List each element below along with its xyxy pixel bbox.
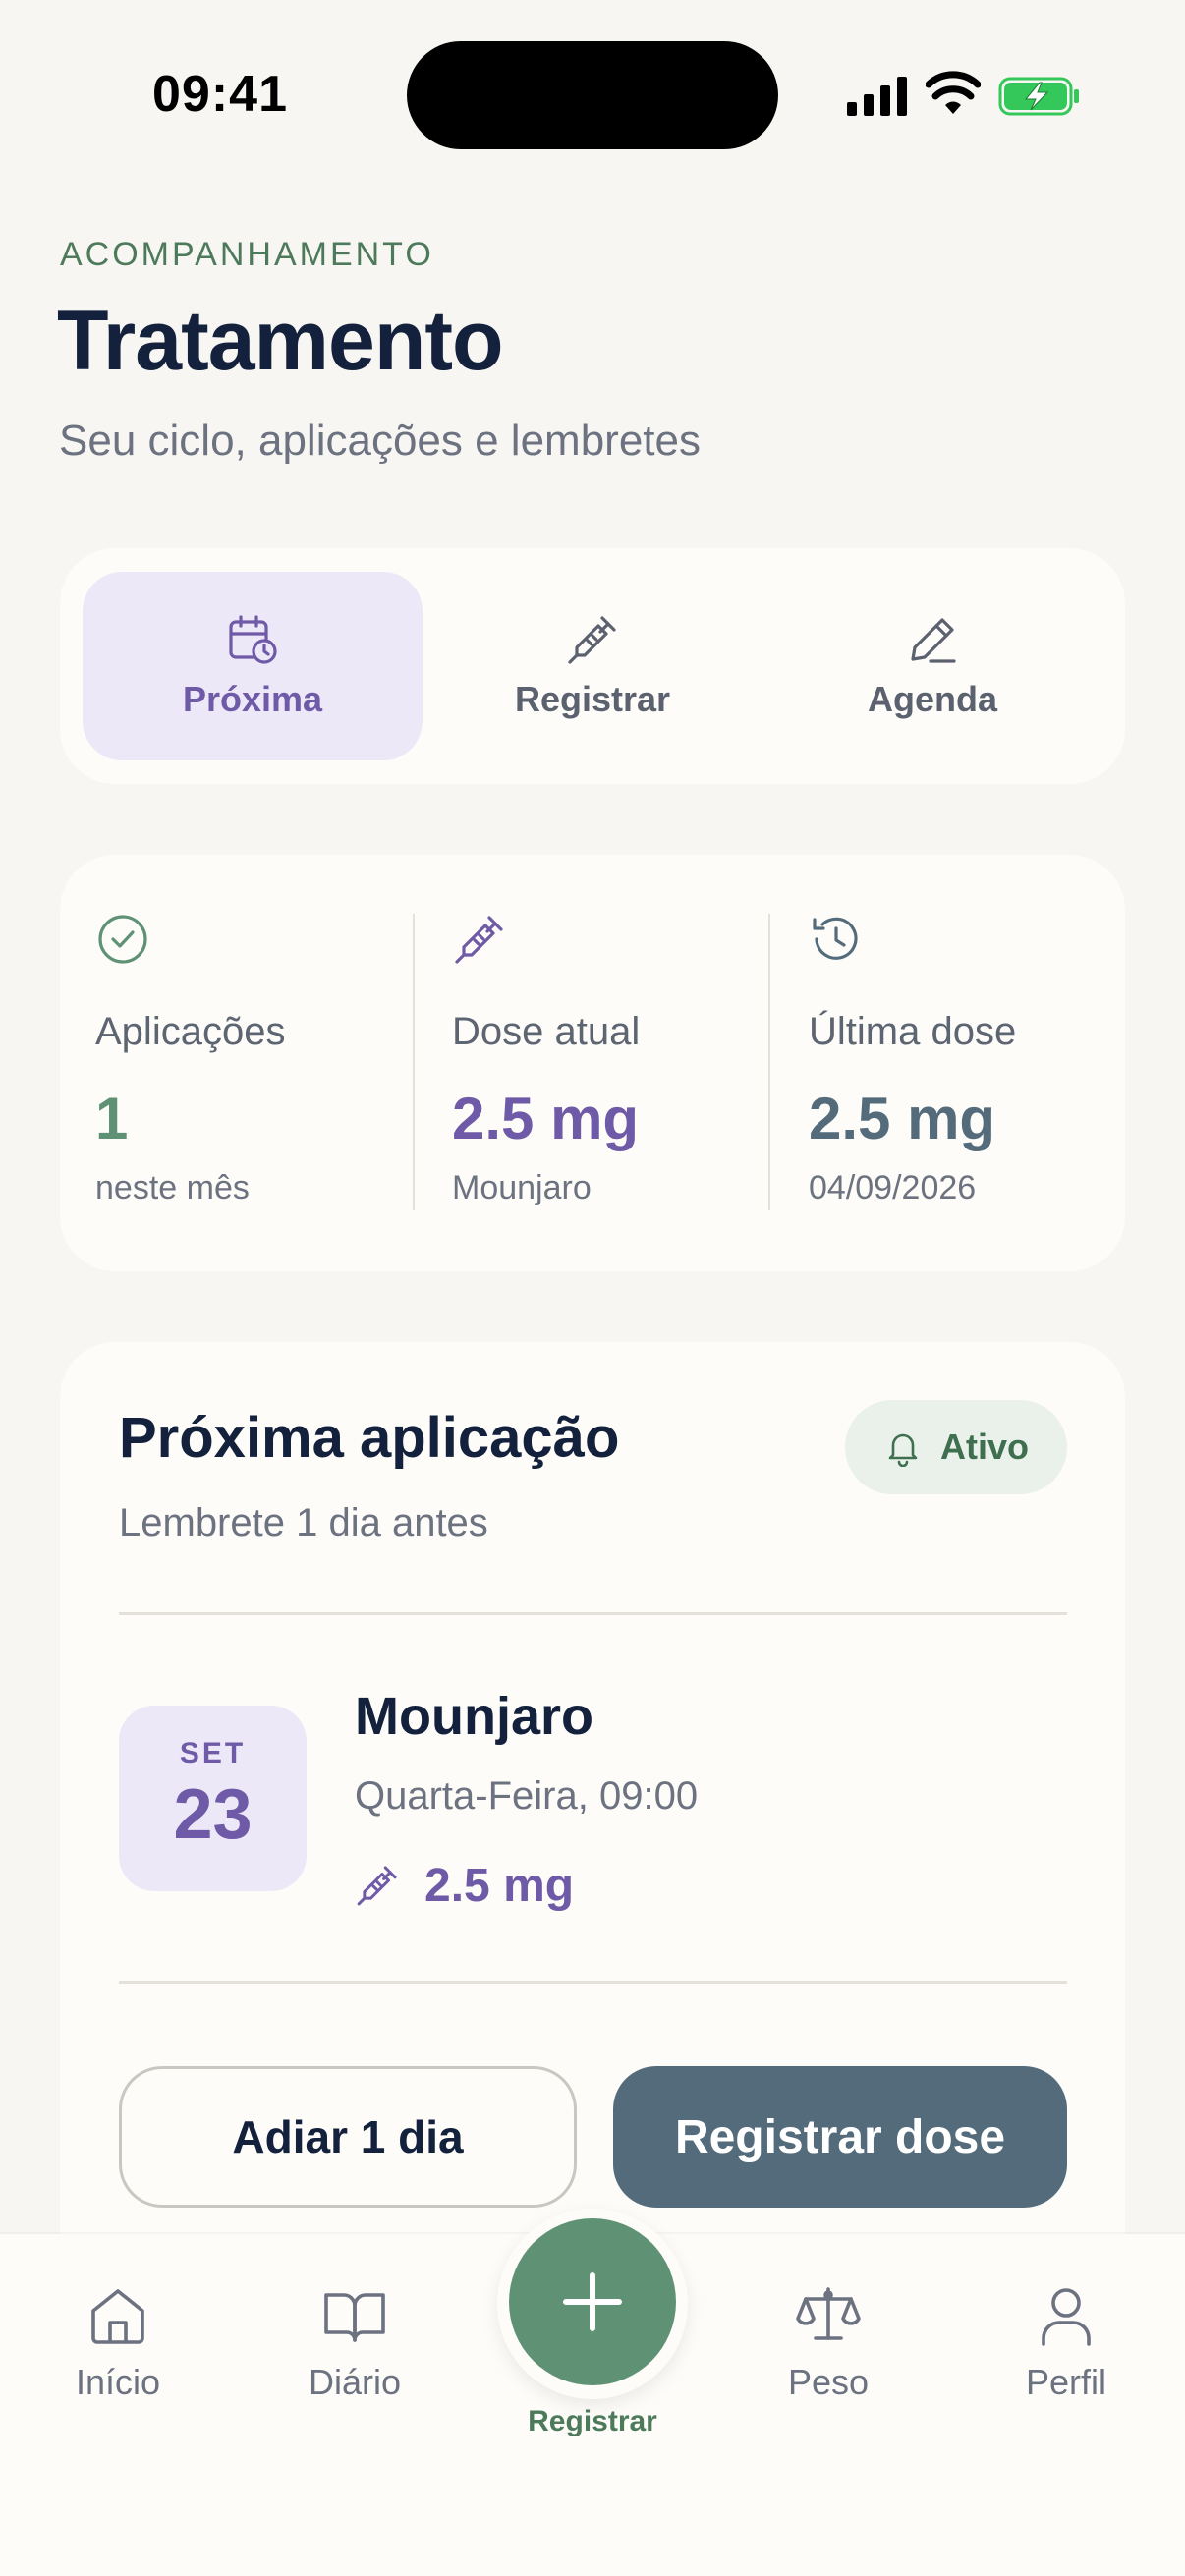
card-title: Próxima aplicação — [119, 1406, 620, 1470]
dose-value: 2.5 mg — [424, 1860, 575, 1912]
divider — [119, 1612, 1067, 1615]
date-tile: SET 23 — [119, 1706, 307, 1891]
bell-icon — [888, 1433, 918, 1467]
tab-label: Agenda — [867, 679, 997, 719]
tab-label: Próxima — [182, 679, 323, 719]
stat-sub: Mounjaro — [452, 1169, 592, 1206]
section-eyebrow: ACOMPANHAMENTO — [60, 236, 434, 273]
stat-label: Dose atual — [452, 1010, 641, 1053]
nav-label: Peso — [787, 2362, 870, 2402]
status-time: 09:41 — [152, 66, 288, 123]
stat-label: Aplicações — [95, 1010, 286, 1053]
divider — [768, 914, 770, 1210]
date-month: SET — [179, 1737, 247, 1769]
divider — [413, 914, 415, 1210]
reminder-status-badge[interactable]: Ativo — [845, 1400, 1067, 1494]
battery-charging-icon — [998, 77, 1079, 116]
tab-label: Registrar — [514, 679, 671, 719]
stat-value: 1 — [95, 1086, 129, 1151]
nav-label: Diário — [308, 2362, 402, 2402]
stat-last-dose: Última dose 2.5 mg 04/09/2026 — [809, 912, 1143, 1216]
syringe-icon — [357, 1866, 397, 1906]
page-subtitle: Seu ciclo, aplicações e lembretes — [59, 417, 701, 465]
medication-name: Mounjaro — [355, 1687, 593, 1746]
scale-icon — [796, 2287, 861, 2340]
stat-applications: Aplicações 1 neste mês — [95, 912, 429, 1216]
fab-label: Registrar — [528, 2405, 657, 2437]
user-icon — [1042, 2288, 1091, 2346]
home-icon — [91, 2289, 144, 2344]
syringe-icon — [568, 616, 616, 664]
tab-proxima[interactable]: Próxima — [83, 572, 423, 760]
book-icon — [324, 2293, 385, 2342]
badge-label: Ativo — [940, 1427, 1029, 1467]
stat-value: 2.5 mg — [452, 1086, 640, 1151]
page-title: Tratamento — [57, 294, 504, 388]
nav-item-peso[interactable]: Peso — [730, 2281, 927, 2438]
stat-label: Última dose — [809, 1010, 1017, 1053]
stat-value: 2.5 mg — [809, 1086, 996, 1151]
stat-sub: 04/09/2026 — [809, 1169, 977, 1206]
stat-current-dose: Dose atual 2.5 mg Mounjaro — [452, 912, 786, 1216]
history-icon — [813, 917, 858, 960]
date-day: 23 — [173, 1775, 253, 1854]
postpone-button[interactable]: Adiar 1 dia — [119, 2066, 577, 2208]
schedule-time: Quarta-Feira, 09:00 — [355, 1774, 699, 1818]
dynamic-island — [407, 41, 778, 149]
divider — [119, 1981, 1067, 1984]
add-record-button[interactable] — [509, 2218, 676, 2385]
tab-registrar[interactable]: Registrar — [423, 572, 762, 760]
syringe-icon — [455, 916, 503, 964]
plus-icon — [563, 2272, 622, 2331]
stat-sub: neste mês — [95, 1169, 250, 1206]
card-subtitle: Lembrete 1 dia antes — [119, 1501, 488, 1544]
calendar-clock-icon — [229, 615, 277, 664]
nav-item-inicio[interactable]: Início — [20, 2281, 216, 2438]
cellular-signal-icon — [847, 77, 907, 116]
nav-item-perfil[interactable]: Perfil — [968, 2281, 1164, 2438]
nav-item-diario[interactable]: Diário — [256, 2281, 453, 2438]
check-circle-icon — [98, 915, 147, 964]
pencil-icon — [911, 618, 956, 663]
nav-label: Início — [75, 2362, 161, 2402]
nav-label: Perfil — [1025, 2362, 1107, 2402]
tab-agenda[interactable]: Agenda — [762, 572, 1102, 760]
wifi-icon — [926, 71, 981, 114]
register-dose-button[interactable]: Registrar dose — [613, 2066, 1067, 2208]
